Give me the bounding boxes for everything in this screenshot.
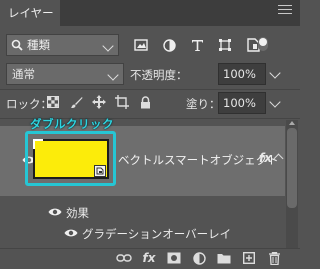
mask-icon[interactable] [166, 250, 182, 266]
filter-kind-label: 種類 [27, 38, 50, 52]
adjustment-filter-icon[interactable] [160, 36, 178, 54]
tab-layers[interactable]: レイヤー [0, 0, 60, 26]
image-filter-icon[interactable] [132, 36, 150, 54]
bottom-toolbar-icons: fx [116, 250, 282, 266]
opacity-chevron-icon[interactable] [269, 67, 281, 79]
lock-artboard-icon[interactable] [115, 94, 129, 110]
lock-all-icon[interactable] [138, 94, 152, 110]
adjustment-icon[interactable] [191, 250, 207, 266]
opacity-input[interactable]: 100% [218, 63, 266, 85]
fill-chevron-icon[interactable] [269, 96, 281, 108]
effect-name: グラデーションオーバーレイ [82, 227, 232, 241]
fx-icon[interactable]: fx [141, 250, 157, 266]
lock-pixels-brush-icon[interactable] [69, 94, 83, 110]
panel-tab-bar: レイヤー [0, 0, 300, 26]
double-click-annotation: ダブルクリック [30, 117, 114, 131]
scroll-up-arrow-icon[interactable] [289, 121, 295, 125]
effects-group-row[interactable]: 効果 [0, 201, 285, 223]
smart-object-badge-icon [94, 165, 106, 177]
effects-visibility-eye-icon[interactable] [48, 207, 62, 217]
filter-toggle-switch[interactable] [258, 37, 268, 51]
filter-icon-group [132, 36, 262, 54]
filter-kind-select[interactable]: 種類 [6, 34, 119, 56]
blend-mode-value: 通常 [12, 67, 35, 81]
fill-label: 塗り： [186, 97, 221, 111]
trash-icon[interactable] [266, 250, 282, 266]
effect-visibility-eye-icon[interactable] [64, 228, 78, 238]
fx-icon-label: fx [142, 251, 156, 265]
effect-gradient-overlay-row[interactable]: グラデーションオーバーレイ [0, 222, 285, 244]
text-filter-icon[interactable] [188, 36, 206, 54]
chevron-down-icon [102, 40, 114, 52]
panel-menu-icon[interactable] [278, 5, 292, 17]
lock-position-move-icon[interactable] [92, 94, 106, 110]
shape-filter-icon[interactable] [216, 36, 234, 54]
layer-name[interactable]: ベクトルスマートオブジェクト [118, 152, 279, 168]
lock-transparency-icon[interactable] [46, 94, 60, 110]
lock-icon-group [46, 94, 152, 110]
scrollbar-thumb[interactable] [287, 128, 297, 208]
new-layer-icon[interactable] [241, 250, 257, 266]
divider [0, 89, 300, 90]
opacity-label: 不透明度： [130, 68, 188, 82]
layer-fx-icon[interactable]: fx [259, 151, 272, 165]
layers-panel: レイヤー 種類 通常 不透明度： 100% ロック： 塗り： 100% ダブルク… [0, 0, 300, 269]
chevron-down-icon [107, 69, 119, 81]
search-icon [11, 39, 23, 51]
group-folder-icon[interactable] [216, 250, 232, 266]
blend-mode-select[interactable]: 通常 [6, 63, 124, 85]
link-icon[interactable] [116, 250, 132, 266]
fill-input[interactable]: 100% [218, 92, 266, 114]
effects-label: 効果 [66, 206, 89, 220]
